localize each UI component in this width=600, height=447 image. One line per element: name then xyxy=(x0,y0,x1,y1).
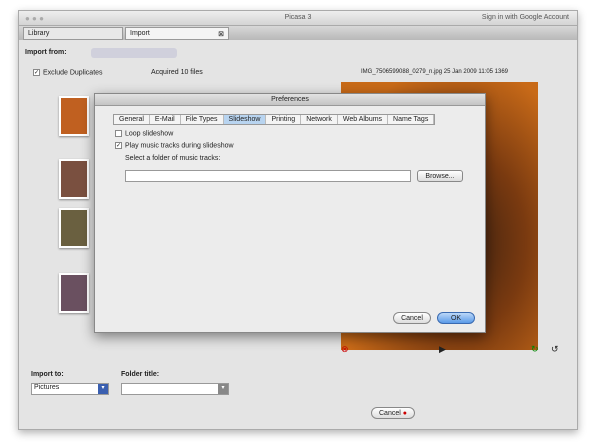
rotate-right-icon[interactable]: ↺ xyxy=(551,344,559,355)
browse-button[interactable]: Browse... xyxy=(417,170,463,182)
dialog-title: Preferences xyxy=(95,94,485,106)
tab-label: Library xyxy=(28,30,50,37)
acquired-count: Acquired 10 files xyxy=(151,69,203,76)
folder-title-input[interactable]: ▾ xyxy=(121,383,229,395)
cancel-button[interactable]: Cancel xyxy=(393,312,431,324)
tab-import[interactable]: Import ⊠ xyxy=(125,27,229,40)
loop-slideshow-checkbox[interactable]: Loop slideshow xyxy=(115,130,173,137)
checkbox-icon: ✓ xyxy=(115,142,122,149)
dropdown-icon: ▾ xyxy=(218,384,228,394)
tab-bar: Library Import ⊠ xyxy=(19,26,577,40)
button-label: Cancel xyxy=(379,410,401,417)
cancel-import-button[interactable]: Cancel ● xyxy=(371,407,415,419)
tab-file-types[interactable]: File Types xyxy=(181,115,224,124)
play-music-checkbox[interactable]: ✓ Play music tracks during slideshow xyxy=(115,142,234,149)
checkbox-label: Play music tracks during slideshow xyxy=(125,142,234,150)
select-folder-label: Select a folder of music tracks: xyxy=(125,155,221,162)
thumbnail[interactable] xyxy=(59,159,89,199)
title-bar: ● ● ● Picasa 3 Sign in with Google Accou… xyxy=(19,11,577,26)
import-from-label: Import from: xyxy=(25,49,67,56)
tab-web-albums[interactable]: Web Albums xyxy=(338,115,389,124)
checkbox-icon xyxy=(115,130,122,137)
tab-printing[interactable]: Printing xyxy=(266,115,302,124)
tab-name-tags[interactable]: Name Tags xyxy=(388,115,435,124)
checkbox-icon: ✓ xyxy=(33,69,40,76)
import-to-label: Import to: xyxy=(31,371,64,378)
file-info: IMG_7506599088_0279_n.jpg 25 Jan 2009 11… xyxy=(361,69,509,75)
rotate-icon[interactable]: ↻ xyxy=(531,344,539,355)
sign-in-link[interactable]: Sign in with Google Account xyxy=(482,14,569,21)
preferences-tabs: General E-Mail File Types Slideshow Prin… xyxy=(113,114,436,125)
thumbnail[interactable] xyxy=(59,273,89,313)
stop-icon: ● xyxy=(402,410,407,417)
tab-email[interactable]: E-Mail xyxy=(150,115,181,124)
thumbnail[interactable] xyxy=(59,96,89,136)
folder-title-label: Folder title: xyxy=(121,371,160,378)
tab-label: Import xyxy=(130,30,150,37)
preferences-dialog: Preferences General E-Mail File Types Sl… xyxy=(94,93,486,333)
tab-network[interactable]: Network xyxy=(301,115,338,124)
thumbnail[interactable] xyxy=(59,208,89,248)
next-icon[interactable]: ▶ xyxy=(439,344,446,355)
import-to-select[interactable]: Pictures ▾ xyxy=(31,383,109,395)
checkbox-label: Exclude Duplicates xyxy=(43,69,103,77)
reject-icon[interactable]: ⊗ xyxy=(341,344,349,355)
tab-slideshow[interactable]: Slideshow xyxy=(223,115,267,124)
tab-library[interactable]: Library xyxy=(23,27,123,40)
close-tab-icon[interactable]: ⊠ xyxy=(218,30,224,38)
music-folder-input[interactable] xyxy=(125,170,411,182)
ok-button[interactable]: OK xyxy=(437,312,475,324)
import-from-select[interactable] xyxy=(91,48,177,58)
checkbox-label: Loop slideshow xyxy=(125,130,174,138)
dropdown-icon: ▾ xyxy=(98,384,108,394)
select-value: Pictures xyxy=(34,384,60,391)
tab-general[interactable]: General xyxy=(114,115,150,124)
exclude-duplicates-checkbox[interactable]: ✓ Exclude Duplicates xyxy=(33,69,103,76)
